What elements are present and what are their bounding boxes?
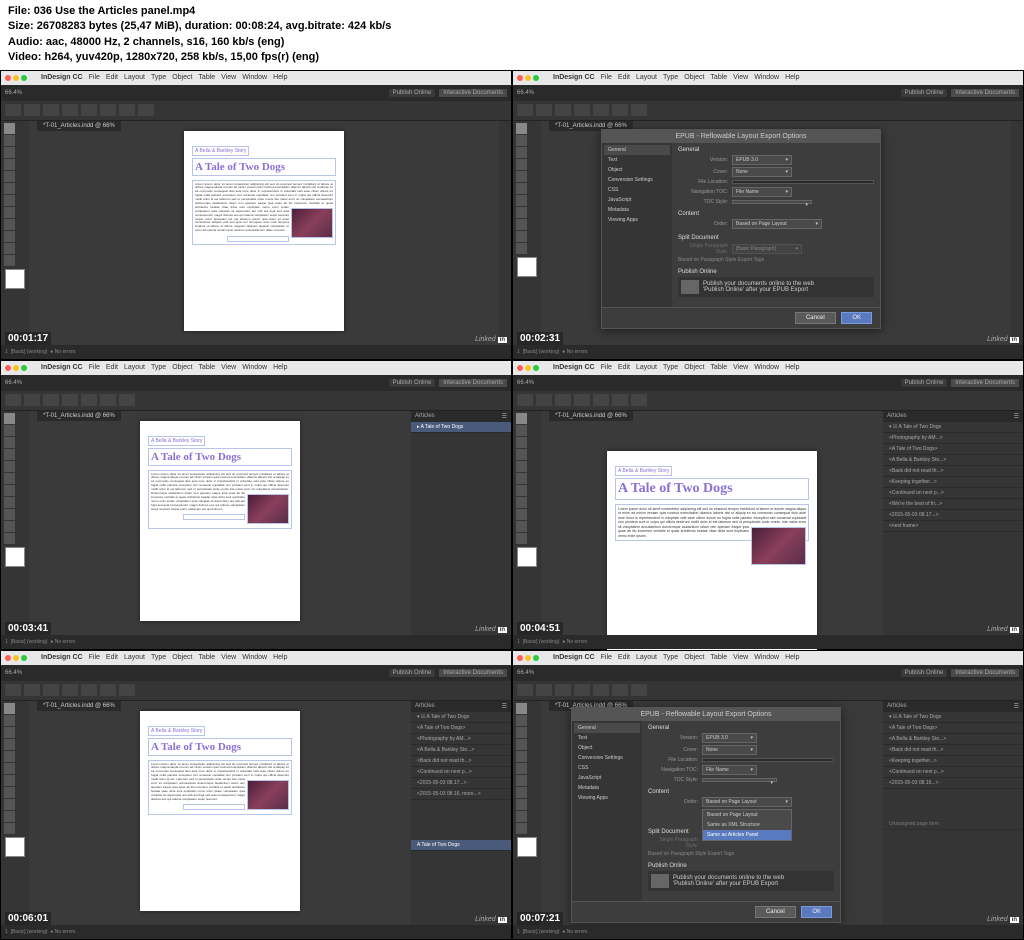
timestamp: 00:01:17: [5, 332, 51, 345]
thumbnail-grid: InDesign CC FileEditLayoutTypeObjectTabl…: [0, 70, 1024, 940]
file-info-header: File: 036 Use the Articles panel.mp4 Siz…: [0, 0, 1024, 70]
panel-menu-icon[interactable]: ☰: [502, 413, 507, 420]
app-topbar: 66.4% Publish OnlineInteractive Document…: [1, 85, 511, 101]
file-location-field[interactable]: [732, 180, 874, 184]
collapsed-panels[interactable]: [499, 121, 511, 347]
dialog-sidebar[interactable]: General Text Object Conversion Settings …: [602, 143, 672, 307]
cancel-button[interactable]: Cancel: [755, 906, 796, 918]
article-root[interactable]: ▾ ☑ A Tale of Two Dogs: [883, 422, 1023, 433]
document-tab[interactable]: *T-01_Articles.indd @ 66%: [37, 121, 121, 131]
thumbnail-6: InDesign CCFileEditLayoutTypeObjectTable…: [512, 650, 1024, 940]
articles-panel[interactable]: Articles☰ ▾ ☑ A Tale of Two Dogs <A Tale…: [883, 701, 1023, 927]
articles-panel[interactable]: Articles☰ ▾ ☑ A Tale of Two Dogs <Photog…: [883, 411, 1023, 637]
linkedin-watermark: Linked in: [475, 336, 507, 343]
cover-dropdown[interactable]: None: [732, 167, 792, 177]
publish-icon: [681, 280, 699, 294]
article-item-selected[interactable]: A Tale of Two Dogs: [411, 840, 511, 851]
ok-button[interactable]: OK: [801, 906, 832, 918]
thumbnail-1: InDesign CC FileEditLayoutTypeObjectTabl…: [0, 70, 512, 360]
epub-export-dialog: EPUB - Reflowable Layout Export Options …: [601, 129, 881, 329]
order-dropdown-open[interactable]: Based on Page Layout: [702, 797, 792, 807]
nav-toc-dropdown[interactable]: File Name: [732, 187, 792, 197]
document-canvas[interactable]: *T-01_Articles.indd @ 66% A Bella & Bark…: [29, 121, 499, 347]
thumbnail-4: InDesign CCFileEditLayoutTypeObjectTable…: [512, 360, 1024, 650]
articles-panel[interactable]: Articles☰ ▸ A Tale of Two Dogs: [411, 411, 511, 637]
unassigned-label: Unassigned page item: [883, 819, 1023, 830]
order-dropdown[interactable]: Based on Page Layout: [732, 219, 822, 229]
os-menubar: InDesign CC FileEditLayoutTypeObjectTabl…: [1, 71, 511, 85]
thumbnail-3: InDesign CCFileEditLayoutTypeObjectTable…: [0, 360, 512, 650]
thumbnail-2: InDesign CCFileEditLayoutTypeObjectTable…: [512, 70, 1024, 360]
order-option[interactable]: Based on Page Layout: [703, 810, 791, 820]
articles-panel[interactable]: Articles☰ ▾ ☑ A Tale of Two Dogs <A Tale…: [411, 701, 511, 927]
article-image: [291, 208, 333, 238]
tools-panel[interactable]: [1, 121, 29, 347]
thumbnail-5: InDesign CCFileEditLayoutTypeObjectTable…: [0, 650, 512, 940]
ok-button[interactable]: OK: [841, 312, 872, 324]
dialog-title: EPUB - Reflowable Layout Export Options: [602, 130, 880, 143]
toc-style-dropdown[interactable]: [732, 200, 812, 204]
publish-online-button[interactable]: Publish Online: [389, 89, 436, 97]
control-bar[interactable]: [1, 101, 511, 121]
epub-export-dialog: EPUB - Reflowable Layout Export Options …: [571, 707, 841, 923]
fill-stroke-swatch[interactable]: [5, 269, 25, 289]
status-bar: 1 [Basic] (working) ● No errors: [1, 345, 511, 359]
document-page: A Bella & Barkley Story A Tale of Two Do…: [184, 131, 344, 331]
article-item[interactable]: ▸ A Tale of Two Dogs: [411, 422, 511, 433]
article-sub-item[interactable]: <Photography by AM...>: [883, 433, 1023, 444]
cancel-button[interactable]: Cancel: [795, 312, 836, 324]
version-dropdown[interactable]: EPUB 3.0: [732, 155, 792, 165]
